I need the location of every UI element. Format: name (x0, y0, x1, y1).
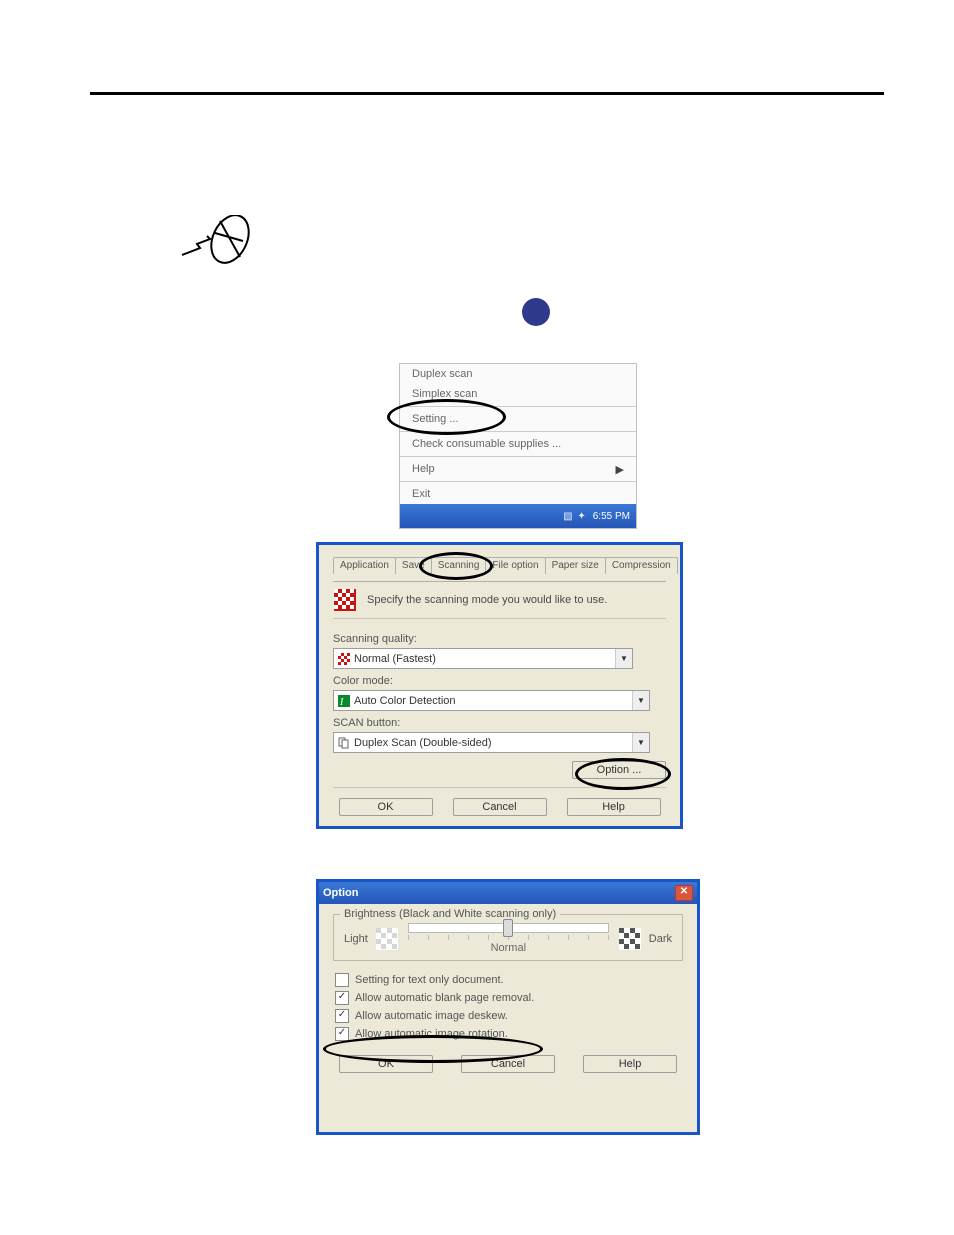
checkbox-icon: ✓ (335, 1009, 349, 1023)
brightness-group: Brightness (Black and White scanning onl… (333, 914, 683, 961)
menu-setting[interactable]: Setting ... (400, 409, 636, 429)
help-button[interactable]: Help (567, 798, 661, 816)
close-icon[interactable]: ✕ (675, 885, 693, 901)
quality-icon (338, 653, 350, 665)
scan-button-value: Duplex Scan (Double-sided) (354, 737, 492, 749)
scan-button-label: SCAN button: (333, 717, 666, 729)
tab-application[interactable]: Application (333, 557, 396, 574)
check-deskew-label: Allow automatic image deskew. (355, 1010, 508, 1022)
scanning-quality-select[interactable]: Normal (Fastest) ▼ (333, 648, 633, 669)
checkbox-icon: ✓ (335, 1027, 349, 1041)
menu-separator (400, 431, 636, 432)
duplex-icon (338, 737, 350, 749)
check-blank-removal[interactable]: ✓ Allow automatic blank page removal. (333, 989, 683, 1007)
option-ok-button[interactable]: OK (339, 1055, 433, 1073)
menu-exit[interactable]: Exit (400, 484, 636, 504)
scanning-quality-label: Scanning quality: (333, 633, 666, 645)
scanning-quality-value: Normal (Fastest) (354, 653, 436, 665)
menu-separator (400, 456, 636, 457)
tray-icons: ▧ ✦ (563, 511, 587, 522)
menu-help-label: Help (412, 463, 435, 475)
scan-button-select[interactable]: Duplex Scan (Double-sided) ▼ (333, 732, 650, 753)
option-titlebar: Option ✕ (319, 882, 697, 904)
check-blank-removal-label: Allow automatic blank page removal. (355, 992, 534, 1004)
option-button[interactable]: Option ... (572, 761, 666, 779)
menu-separator (400, 406, 636, 407)
menu-help[interactable]: Help ▶ (400, 459, 636, 479)
scanning-settings-dialog: Application Save Scanning File option Pa… (316, 542, 683, 829)
taskbar-clock: 6:55 PM (593, 511, 630, 522)
check-deskew[interactable]: ✓ Allow automatic image deskew. (333, 1007, 683, 1025)
cancel-button[interactable]: Cancel (453, 798, 547, 816)
page-top-rule (90, 92, 884, 95)
brightness-slider[interactable]: Normal (406, 923, 611, 954)
brightness-center-label: Normal (406, 942, 611, 954)
menu-check-consumables[interactable]: Check consumable supplies ... (400, 434, 636, 454)
color-mode-label: Color mode: (333, 675, 666, 687)
submenu-arrow-icon: ▶ (616, 463, 624, 476)
check-rotation[interactable]: ✓ Allow automatic image rotation. (333, 1025, 683, 1043)
check-text-only[interactable]: Setting for text only document. (333, 971, 683, 989)
mouse-illustration (180, 215, 260, 275)
color-mode-icon: I (338, 695, 350, 707)
svg-text:I: I (339, 697, 344, 707)
check-rotation-label: Allow automatic image rotation. (355, 1028, 508, 1040)
brightness-slider-thumb[interactable] (503, 919, 513, 937)
tab-compression[interactable]: Compression (605, 557, 678, 574)
checkbox-icon (335, 973, 349, 987)
option-help-button[interactable]: Help (583, 1055, 677, 1073)
bullet-dot (522, 298, 550, 326)
scan-mode-icon (333, 588, 357, 612)
brightness-group-title: Brightness (Black and White scanning onl… (340, 908, 560, 920)
option-title: Option (323, 887, 358, 899)
tray-context-menu: Duplex scan Simplex scan Setting ... Che… (399, 363, 637, 529)
taskbar: ▧ ✦ 6:55 PM (400, 504, 636, 528)
tab-file-option[interactable]: File option (485, 557, 545, 574)
color-mode-select[interactable]: I Auto Color Detection ▼ (333, 690, 650, 711)
tab-scanning[interactable]: Scanning (431, 557, 487, 574)
checkbox-icon: ✓ (335, 991, 349, 1005)
light-swatch-icon (376, 928, 398, 950)
brightness-light-label: Light (344, 933, 368, 945)
ok-button[interactable]: OK (339, 798, 433, 816)
brightness-dark-label: Dark (649, 933, 672, 945)
dropdown-arrow-icon: ▼ (632, 733, 649, 752)
dropdown-arrow-icon: ▼ (615, 649, 632, 668)
tabs-row: Application Save Scanning File option Pa… (333, 557, 666, 574)
tab-save[interactable]: Save (395, 557, 432, 574)
scanning-specify-label: Specify the scanning mode you would like… (367, 594, 607, 606)
menu-simplex-scan[interactable]: Simplex scan (400, 384, 636, 404)
dropdown-arrow-icon: ▼ (632, 691, 649, 710)
option-dialog: Option ✕ Brightness (Black and White sca… (316, 879, 700, 1135)
check-text-only-label: Setting for text only document. (355, 974, 504, 986)
option-cancel-button[interactable]: Cancel (461, 1055, 555, 1073)
menu-separator (400, 481, 636, 482)
color-mode-value: Auto Color Detection (354, 695, 456, 707)
menu-duplex-scan[interactable]: Duplex scan (400, 364, 636, 384)
tab-paper-size[interactable]: Paper size (545, 557, 606, 574)
dark-swatch-icon (619, 928, 641, 950)
